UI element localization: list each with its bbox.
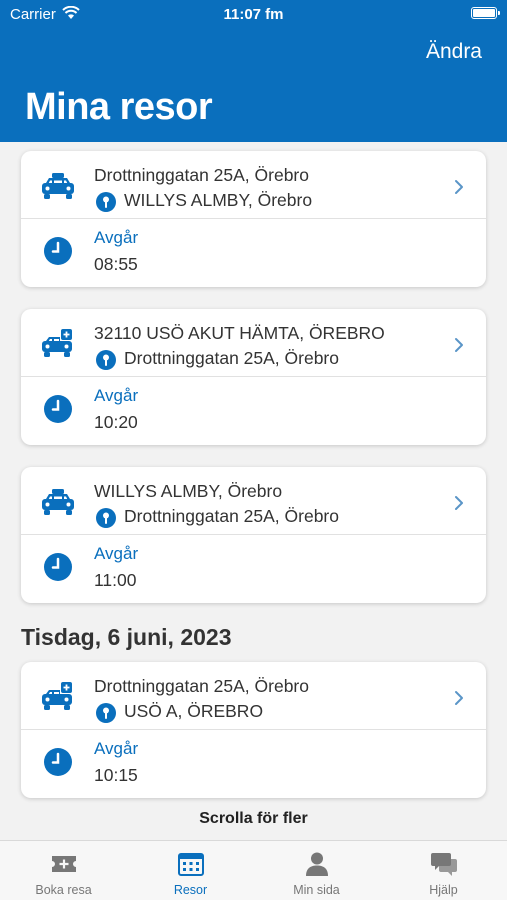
- tab-label: Hjälp: [429, 883, 458, 897]
- chevron-right-icon[interactable]: [454, 495, 464, 511]
- trip-from: Drottninggatan 25A, Örebro: [94, 676, 309, 696]
- tab-boka-resa[interactable]: Boka resa: [0, 841, 127, 900]
- tab-resor[interactable]: Resor: [127, 841, 254, 900]
- chat-bubbles-icon: [430, 853, 457, 876]
- trip-from: WILLYS ALMBY, Örebro: [94, 481, 283, 501]
- battery-icon: [471, 7, 500, 19]
- clock-icon: [44, 395, 72, 423]
- tab-min-sida[interactable]: Min sida: [253, 841, 380, 900]
- scroll-more-hint: Scrolla för fler: [199, 810, 308, 827]
- trip-to: USÖ A, ÖREBRO: [124, 701, 264, 721]
- header: Carrier 11:07 fm Ändra Mina resor: [0, 0, 507, 142]
- trip-route[interactable]: Drottninggatan 25A, Örebro WILLYS ALMBY,…: [21, 151, 486, 219]
- tab-label: Min sida: [293, 883, 340, 897]
- tab-label: Boka resa: [35, 883, 92, 897]
- chevron-right-icon[interactable]: [454, 179, 464, 195]
- trip-from: 32110 USÖ AKUT HÄMTA, ÖREBRO: [94, 323, 385, 343]
- trip-card[interactable]: Drottninggatan 25A, Örebro WILLYS ALMBY,…: [21, 151, 486, 287]
- trip-route[interactable]: WILLYS ALMBY, Örebro Drottninggatan 25A,…: [21, 467, 486, 535]
- tab-bar: Boka resa Resor Min sida Hjälp: [0, 840, 507, 900]
- location-pin-icon: [96, 703, 116, 723]
- departure-time: 08:55: [94, 254, 138, 274]
- taxi-icon: [42, 173, 74, 199]
- page-title: Mina resor: [25, 86, 213, 128]
- clock-time: 11:07 fm: [223, 6, 284, 23]
- trip-card[interactable]: Drottninggatan 25A, Örebro USÖ A, ÖREBRO…: [21, 662, 486, 798]
- departure-time: 10:15: [94, 765, 138, 785]
- tab-label: Resor: [173, 883, 208, 897]
- trip-card[interactable]: 32110 USÖ AKUT HÄMTA, ÖREBRO Drottningga…: [21, 309, 486, 445]
- chevron-right-icon[interactable]: [454, 337, 464, 353]
- medical-taxi-icon: [42, 682, 72, 710]
- ticket-plus-icon: [51, 856, 76, 872]
- tab-hjalp[interactable]: Hjälp: [380, 841, 507, 900]
- location-pin-icon: [96, 192, 116, 212]
- medical-taxi-icon: [42, 329, 72, 357]
- date-section-heading: Tisdag, 6 juni, 2023: [21, 624, 232, 650]
- clock-icon: [44, 748, 72, 776]
- trip-route[interactable]: Drottninggatan 25A, Örebro USÖ A, ÖREBRO: [21, 662, 486, 730]
- clock-icon: [44, 553, 72, 581]
- edit-button[interactable]: Ändra: [426, 40, 482, 64]
- clock-icon: [44, 237, 72, 265]
- trip-to: Drottninggatan 25A, Örebro: [124, 348, 339, 368]
- status-bar: Carrier 11:07 fm: [0, 0, 507, 28]
- departure-time: 10:20: [94, 412, 138, 432]
- trip-card[interactable]: WILLYS ALMBY, Örebro Drottninggatan 25A,…: [21, 467, 486, 603]
- location-pin-icon: [96, 508, 116, 528]
- departure-label: Avgår: [94, 544, 139, 563]
- person-icon: [305, 852, 328, 876]
- calendar-icon: [177, 853, 204, 876]
- trip-to: Drottninggatan 25A, Örebro: [124, 506, 339, 526]
- trip-to: WILLYS ALMBY, Örebro: [124, 190, 313, 210]
- chevron-right-icon[interactable]: [454, 690, 464, 706]
- trip-from: Drottninggatan 25A, Örebro: [94, 165, 309, 185]
- departure-label: Avgår: [94, 386, 139, 405]
- departure-label: Avgår: [94, 739, 139, 758]
- departure-label: Avgår: [94, 228, 139, 247]
- taxi-icon: [42, 489, 74, 515]
- trip-route[interactable]: 32110 USÖ AKUT HÄMTA, ÖREBRO Drottningga…: [21, 309, 486, 377]
- departure-time: 11:00: [94, 570, 137, 590]
- location-pin-icon: [96, 350, 116, 370]
